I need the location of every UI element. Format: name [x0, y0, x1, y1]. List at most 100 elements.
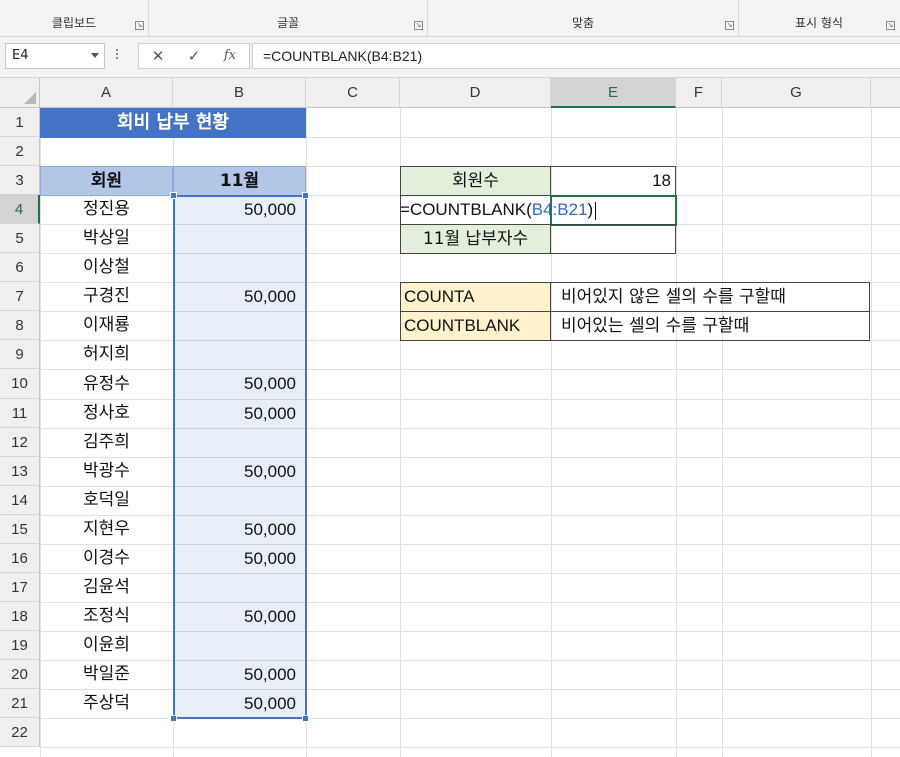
- member-payment-cell[interactable]: 50,000: [173, 369, 306, 399]
- row-header-10[interactable]: 10: [0, 369, 40, 399]
- row-header-13[interactable]: 13: [0, 457, 40, 486]
- dialog-launcher-icon[interactable]: ↘: [886, 21, 895, 30]
- member-payment-cell[interactable]: 50,000: [173, 399, 306, 428]
- member-payment-cell[interactable]: 50,000: [173, 282, 306, 311]
- formula-input[interactable]: =COUNTBLANK(B4:B21): [252, 43, 900, 69]
- note-func-countblank[interactable]: COUNTBLANK: [400, 311, 551, 341]
- chevron-down-icon[interactable]: [91, 53, 99, 58]
- dialog-launcher-icon[interactable]: ↘: [725, 21, 734, 30]
- row-header-1[interactable]: 1: [0, 108, 40, 137]
- member-name-cell[interactable]: 조정식: [40, 602, 173, 631]
- ribbon-group-label: 클립보드: [51, 16, 97, 30]
- row-header-22[interactable]: 22: [0, 718, 40, 747]
- select-all-triangle-icon: [24, 92, 36, 104]
- dialog-launcher-icon[interactable]: ↘: [135, 21, 144, 30]
- member-payment-cell[interactable]: [173, 486, 306, 515]
- column-header-a[interactable]: A: [40, 78, 173, 108]
- row-header-20[interactable]: 20: [0, 660, 40, 689]
- formula-bar-grip-icon[interactable]: [116, 47, 119, 63]
- dialog-launcher-icon[interactable]: ↘: [414, 21, 423, 30]
- member-payment-cell[interactable]: [173, 311, 306, 340]
- member-name-cell[interactable]: 지현우: [40, 515, 173, 544]
- member-payment-cell[interactable]: 50,000: [173, 660, 306, 689]
- member-payment-cell[interactable]: [173, 428, 306, 457]
- gridline-horizontal: [40, 718, 900, 719]
- column-header-b[interactable]: B: [173, 78, 306, 108]
- ribbon-group-alignment: 맞춤 ↘: [428, 0, 739, 36]
- member-payment-cell[interactable]: 50,000: [173, 195, 306, 224]
- note-desc-counta[interactable]: 비어있지 않은 셀의 수를 구할때: [550, 282, 870, 312]
- row-header-15[interactable]: 15: [0, 515, 40, 544]
- ribbon-group-label: 맞춤: [571, 16, 595, 30]
- nov-paid-count-label[interactable]: 11월 납부자수: [400, 224, 551, 254]
- ribbon-group-number: 표시 형식 ↘: [739, 0, 899, 36]
- member-name-cell[interactable]: 호덕일: [40, 486, 173, 515]
- member-name-cell[interactable]: 정사호: [40, 399, 173, 428]
- row-header-12[interactable]: 12: [0, 428, 40, 457]
- member-count-value[interactable]: 18: [550, 166, 676, 196]
- column-header-e[interactable]: E: [551, 78, 676, 108]
- member-payment-cell[interactable]: 50,000: [173, 689, 306, 718]
- row-header-18[interactable]: 18: [0, 602, 40, 631]
- row-header-7[interactable]: 7: [0, 282, 40, 311]
- member-name-cell[interactable]: 김주희: [40, 428, 173, 457]
- column-header-f[interactable]: F: [676, 78, 722, 108]
- sheet-title[interactable]: 회비 납부 현황: [40, 108, 306, 138]
- member-payment-cell[interactable]: 50,000: [173, 515, 306, 544]
- nov-paid-count-value[interactable]: [550, 224, 676, 254]
- member-payment-cell[interactable]: [173, 224, 306, 253]
- row-header-9[interactable]: 9: [0, 340, 40, 369]
- name-box[interactable]: E4: [5, 43, 105, 69]
- member-name-cell[interactable]: 박상일: [40, 224, 173, 253]
- row-header-21[interactable]: 21: [0, 689, 40, 718]
- row-header-11[interactable]: 11: [0, 399, 40, 428]
- member-name-cell[interactable]: 구경진: [40, 282, 173, 311]
- row-header-5[interactable]: 5: [0, 224, 40, 253]
- member-name-cell[interactable]: 이상철: [40, 253, 173, 282]
- enter-icon[interactable]: ✓: [177, 44, 211, 68]
- note-desc-countblank[interactable]: 비어있는 셀의 수를 구할때: [550, 311, 870, 341]
- member-name-cell[interactable]: 유정수: [40, 369, 173, 399]
- header-member[interactable]: 회원: [40, 166, 173, 196]
- row-header-14[interactable]: 14: [0, 486, 40, 515]
- cell-e4-formula-editor[interactable]: =COUNTBLANK(B4:B21): [400, 195, 597, 225]
- column-header-c[interactable]: C: [306, 78, 400, 108]
- member-payment-cell[interactable]: 50,000: [173, 544, 306, 573]
- member-name-cell[interactable]: 주상덕: [40, 689, 173, 718]
- row-header-2[interactable]: 2: [0, 137, 40, 166]
- member-name-cell[interactable]: 정진용: [40, 195, 173, 224]
- select-all-button[interactable]: [0, 78, 40, 108]
- member-payment-cell[interactable]: [173, 573, 306, 602]
- row-header-8[interactable]: 8: [0, 311, 40, 340]
- row-header-16[interactable]: 16: [0, 544, 40, 573]
- cancel-icon[interactable]: ✕: [141, 44, 175, 68]
- member-payment-cell[interactable]: 50,000: [173, 457, 306, 486]
- row-header-19[interactable]: 19: [0, 631, 40, 660]
- member-name-cell[interactable]: 이재룡: [40, 311, 173, 340]
- column-header-d[interactable]: D: [400, 78, 551, 108]
- header-november[interactable]: 11월: [173, 166, 306, 196]
- ribbon: 클립보드 ↘ 글꼴 ↘ 맞춤 ↘ 표시 형식 ↘: [0, 0, 900, 37]
- member-payment-cell[interactable]: 50,000: [173, 602, 306, 631]
- member-count-label[interactable]: 회원수: [400, 166, 551, 196]
- member-payment-cell[interactable]: [173, 253, 306, 282]
- row-header-4[interactable]: 4: [0, 195, 40, 224]
- row-header-3[interactable]: 3: [0, 166, 40, 195]
- column-header-h[interactable]: [871, 78, 900, 108]
- member-name-cell[interactable]: 박광수: [40, 457, 173, 486]
- note-func-counta[interactable]: COUNTA: [400, 282, 551, 312]
- gridline-horizontal: [40, 747, 900, 748]
- insert-function-icon[interactable]: fx: [213, 44, 247, 68]
- column-header-g[interactable]: G: [722, 78, 871, 108]
- member-payment-cell[interactable]: [173, 340, 306, 369]
- member-payment-cell[interactable]: [173, 631, 306, 660]
- row-header-6[interactable]: 6: [0, 253, 40, 282]
- member-name-cell[interactable]: 김윤석: [40, 573, 173, 602]
- member-name-cell[interactable]: 박일준: [40, 660, 173, 689]
- text-cursor: [595, 201, 597, 220]
- member-name-cell[interactable]: 이경수: [40, 544, 173, 573]
- member-name-cell[interactable]: 허지희: [40, 340, 173, 369]
- member-name-cell[interactable]: 이윤희: [40, 631, 173, 660]
- row-header-17[interactable]: 17: [0, 573, 40, 602]
- ribbon-group-label: 표시 형식: [795, 16, 843, 30]
